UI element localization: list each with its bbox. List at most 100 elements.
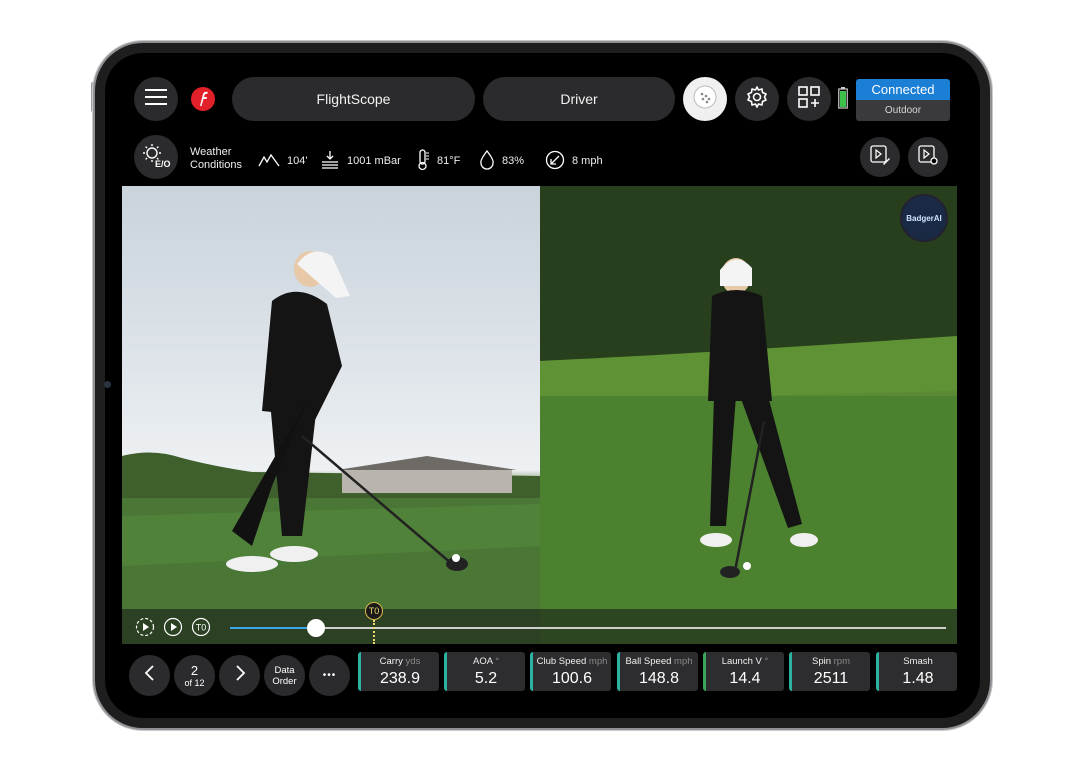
weather-sun-icon: E/O <box>141 142 171 172</box>
chevron-left-icon <box>144 665 156 686</box>
settings-icon <box>745 85 769 114</box>
settings-button[interactable] <box>735 77 779 121</box>
metric-label: AOA <box>473 656 493 667</box>
video-edit-button[interactable] <box>860 137 900 177</box>
connection-status[interactable]: Connected Outdoor <box>856 79 950 121</box>
metric-value: 14.4 <box>729 670 761 687</box>
metric-unit: ° <box>495 656 499 667</box>
metric-value: 5.2 <box>474 670 498 687</box>
shot-number: 2 <box>190 662 199 678</box>
more-options-icon: ••• <box>322 670 337 681</box>
badger-ai-label: BadgerAI <box>906 213 942 223</box>
metric-value: 100.6 <box>551 670 593 687</box>
temperature-value: 81°F <box>437 155 461 167</box>
previous-shot-button[interactable] <box>129 655 170 696</box>
chevron-right-icon <box>234 665 246 686</box>
temperature-readout: 81°F <box>416 148 461 174</box>
metric-label: Carry <box>379 656 403 667</box>
badger-ai-logo[interactable]: BadgerAI <box>900 194 948 242</box>
thermometer-icon <box>416 148 430 174</box>
timeline-progress <box>230 627 316 629</box>
brand-name: FlightScope <box>316 91 391 107</box>
timeline-handle[interactable] <box>306 619 325 637</box>
metric-tile[interactable]: Launch V ° 14.4 <box>703 652 784 691</box>
metric-unit: mph <box>674 656 693 667</box>
down-the-line-video <box>540 186 957 644</box>
wind-direction-icon <box>545 150 565 173</box>
metric-unit: mph <box>588 656 608 667</box>
metric-label-row: Carry yds <box>361 656 439 667</box>
jump-to-t0-icon[interactable]: T0 <box>191 617 211 642</box>
wind-value: 8 mph <box>572 155 603 167</box>
club-selector[interactable]: Driver <box>483 77 675 121</box>
video-settings-icon <box>917 144 939 171</box>
timeline-slider[interactable] <box>230 619 946 637</box>
add-widget-button[interactable] <box>787 77 831 121</box>
next-shot-button[interactable] <box>219 655 260 696</box>
shot-counter[interactable]: 2 of 12 <box>174 655 215 696</box>
more-options-button[interactable]: ••• <box>309 655 350 696</box>
metric-tile[interactable]: Carry yds 238.9 <box>358 652 439 691</box>
metric-tile[interactable]: Club Speed mph 100.6 <box>530 652 611 691</box>
metric-tile[interactable]: Smash 1.48 <box>876 652 957 691</box>
battery-icon <box>838 87 848 114</box>
metric-value: 148.8 <box>638 670 680 687</box>
tablet-frame: FlightScope Driver Connected Outdoor E/O… <box>95 43 990 728</box>
swing-video-view[interactable]: BadgerAI <box>122 186 957 644</box>
pressure-readout: 1001 mBar <box>320 149 401 173</box>
metric-label: Spin <box>811 656 831 667</box>
metric-tile[interactable]: Ball Speed mph 148.8 <box>617 652 698 691</box>
front-camera <box>104 381 111 388</box>
metric-unit: rpm <box>833 656 851 667</box>
altitude-readout: 104' <box>258 149 307 173</box>
metric-label-row: AOA ° <box>447 656 525 667</box>
metric-value: 2511 <box>813 670 849 687</box>
app-screen: FlightScope Driver Connected Outdoor E/O… <box>105 53 980 718</box>
video-settings-button[interactable] <box>908 137 948 177</box>
data-order-button[interactable]: Data Order <box>264 655 305 696</box>
shot-total: of 12 <box>184 677 205 688</box>
metric-label-row: Club Speed mph <box>533 656 611 667</box>
loop-play-icon[interactable] <box>135 617 155 642</box>
right-scene-illustration <box>540 186 957 644</box>
wind-readout: 8 mph <box>545 149 603 173</box>
weather-toggle-label: E/O <box>155 159 171 169</box>
left-scene-illustration <box>122 251 540 644</box>
metric-unit: yds <box>405 656 421 667</box>
metric-value: 1.48 <box>902 670 934 687</box>
metric-label: Ball Speed <box>625 656 672 667</box>
metric-label: Launch V <box>721 656 762 667</box>
menu-button[interactable] <box>134 77 178 121</box>
add-widget-icon <box>797 85 821 114</box>
metric-label-row: Spin rpm <box>792 656 870 667</box>
playback-controls: T0 <box>122 609 957 644</box>
metric-label: Club Speed <box>536 656 587 667</box>
club-name: Driver <box>560 91 598 107</box>
altitude-value: 104' <box>287 155 308 167</box>
connection-status-label: Connected <box>856 79 950 100</box>
play-icon[interactable] <box>163 617 183 642</box>
brand-selector[interactable]: FlightScope <box>232 77 475 121</box>
metric-label-row: Ball Speed mph <box>620 656 698 667</box>
svg-text:T0: T0 <box>196 623 207 633</box>
pressure-icon <box>320 150 340 173</box>
mountain-icon <box>258 153 280 170</box>
flightscope-logo-icon <box>190 86 216 112</box>
humidity-value: 83% <box>502 155 525 167</box>
golf-ball-icon <box>692 84 718 115</box>
ball-mode-button[interactable] <box>683 77 727 121</box>
t0-marker-line <box>373 620 375 644</box>
metric-value: 238.9 <box>379 670 421 687</box>
weather-toggle-button[interactable]: E/O <box>134 135 178 179</box>
t0-marker[interactable]: T0 <box>365 602 383 620</box>
metric-label-row: Smash <box>879 656 957 667</box>
humidity-readout: 83% <box>479 149 524 173</box>
pressure-value: 1001 mBar <box>347 155 401 167</box>
water-drop-icon <box>479 149 495 173</box>
video-edit-icon <box>869 144 891 171</box>
metric-label-row: Launch V ° <box>706 656 784 667</box>
environment-label: Outdoor <box>856 100 950 121</box>
metric-tile[interactable]: Spin rpm 2511 <box>789 652 870 691</box>
face-on-video <box>122 186 540 644</box>
metric-tile[interactable]: AOA ° 5.2 <box>444 652 525 691</box>
